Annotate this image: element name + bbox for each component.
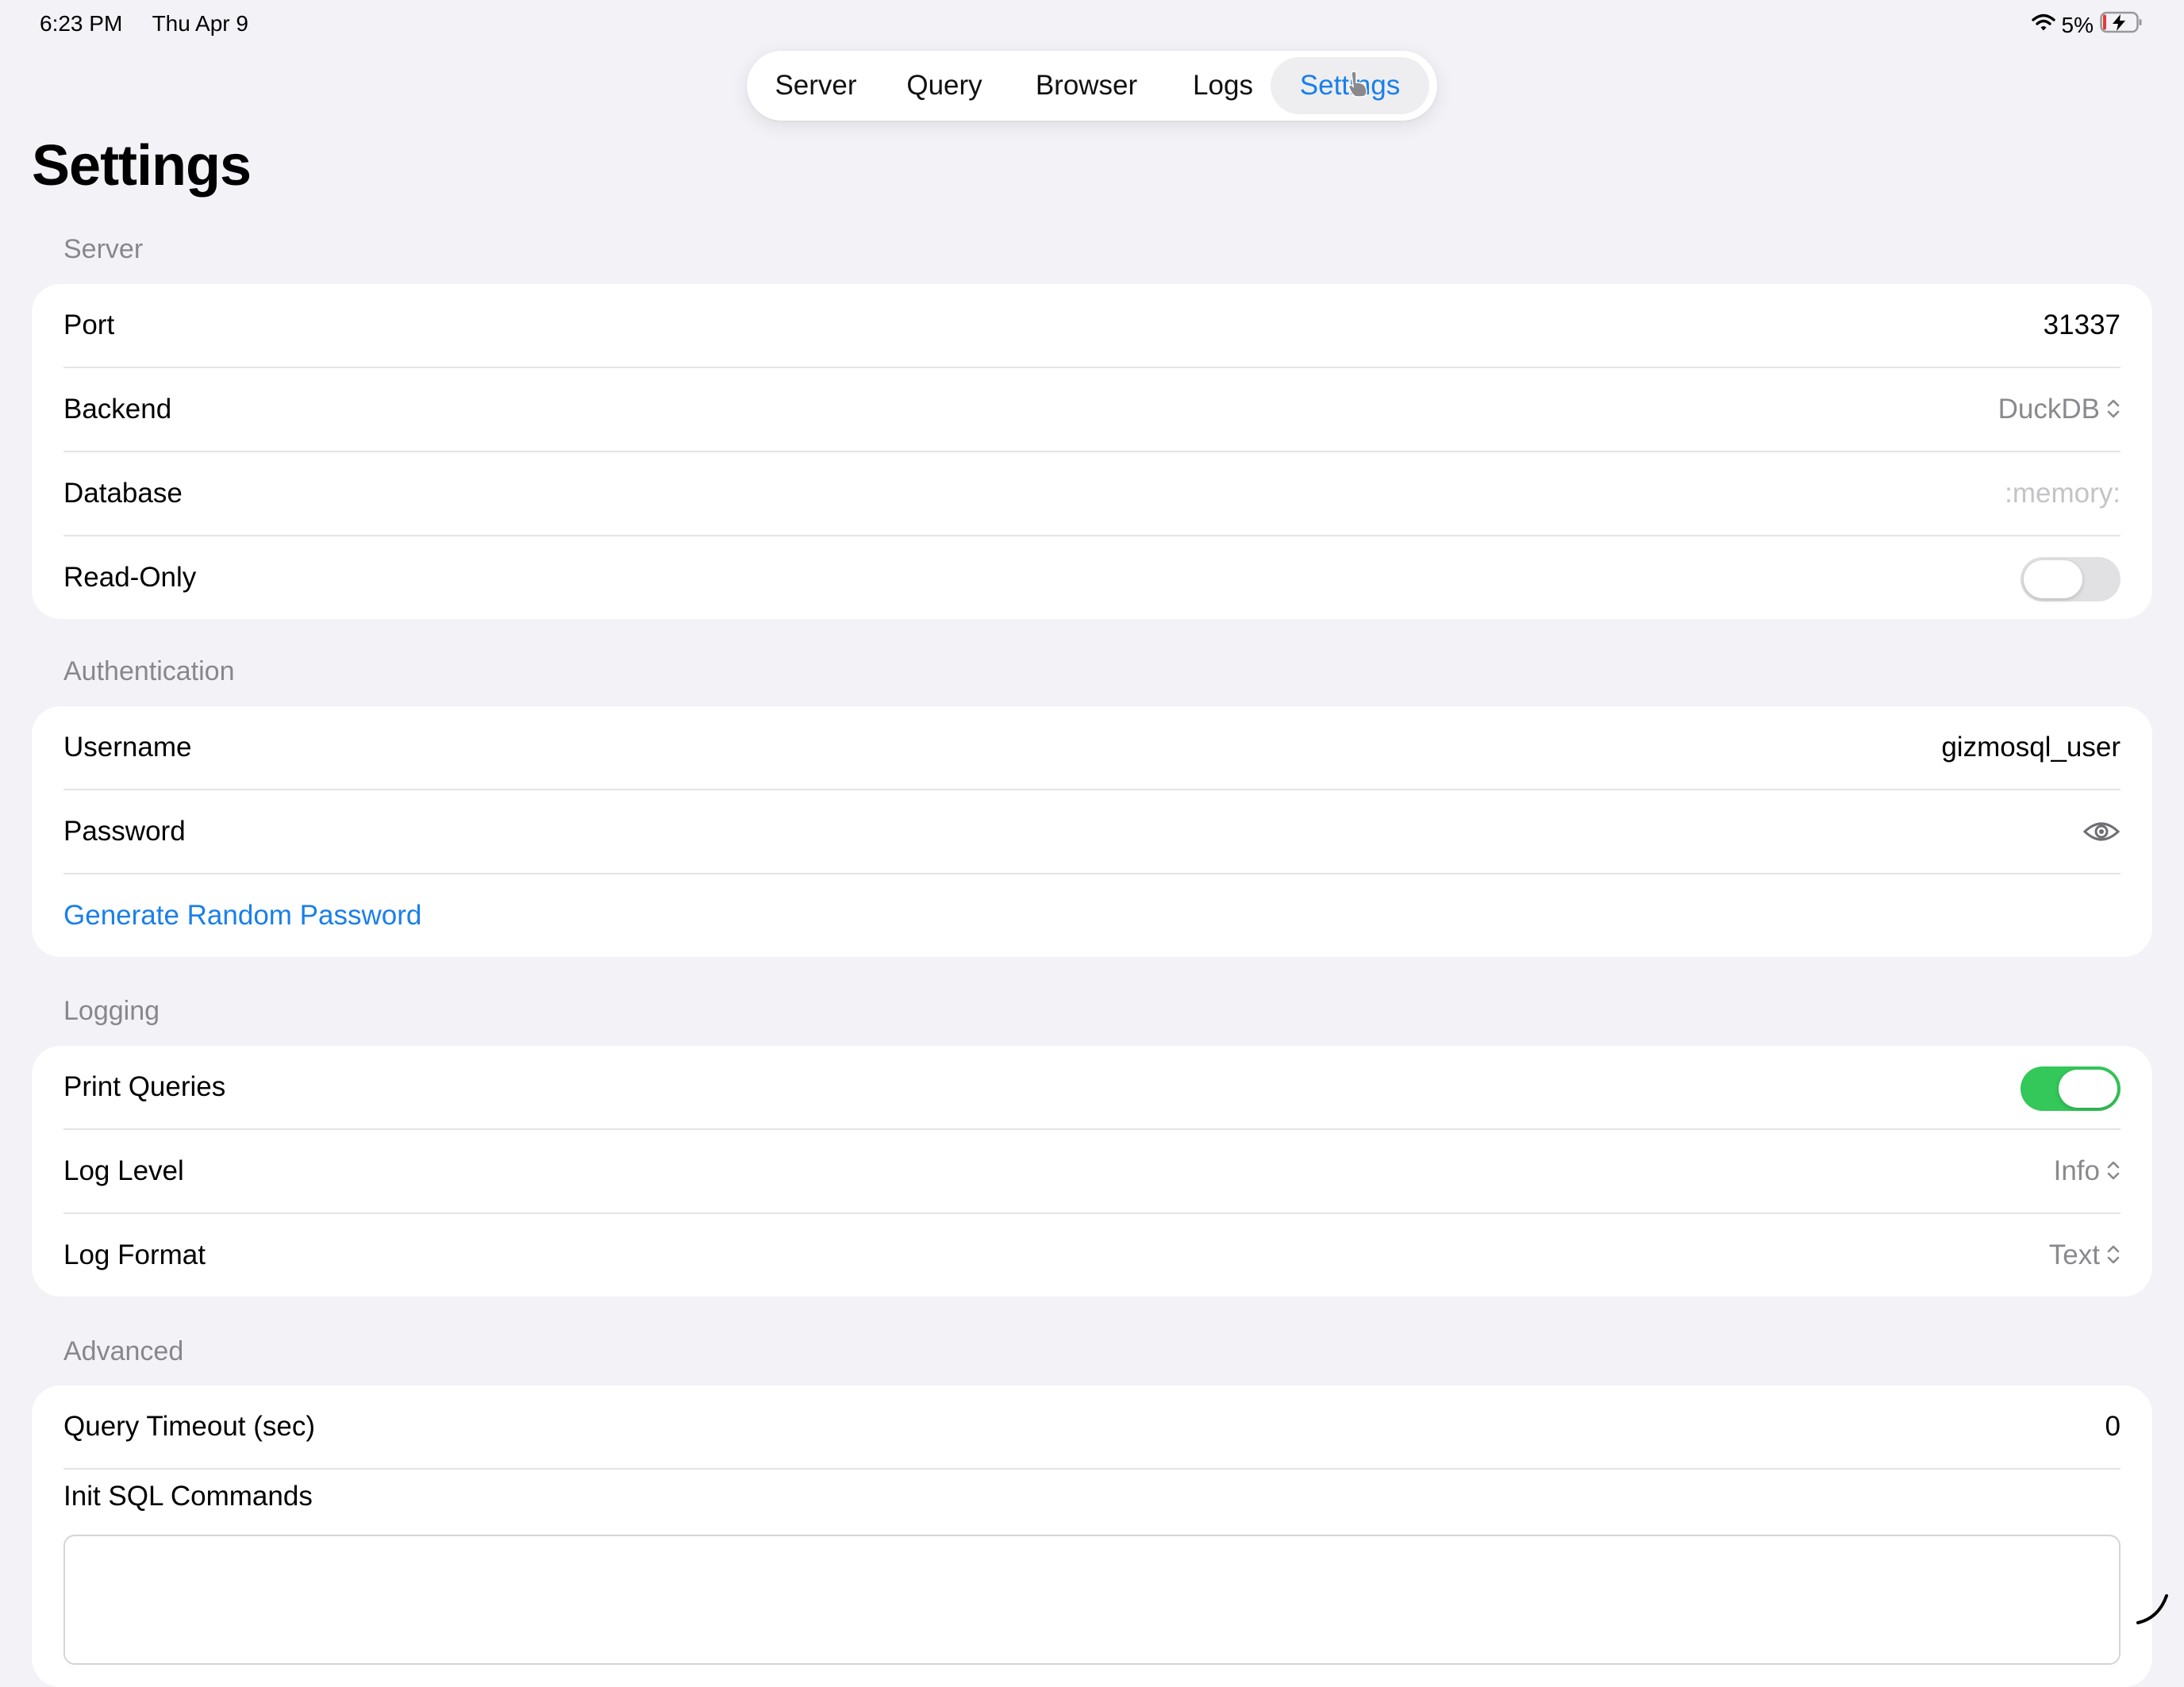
status-date: Thu Apr 9 <box>152 11 248 36</box>
readonly-toggle[interactable] <box>2021 557 2121 601</box>
tab-query[interactable]: Query <box>890 57 999 114</box>
generate-random-password-button[interactable]: Generate Random Password <box>63 874 421 957</box>
query-timeout-row: Query Timeout (sec) 0 <box>63 1385 2121 1468</box>
log-level-picker[interactable]: Info <box>2054 1130 2121 1214</box>
toggle-knob <box>2024 560 2082 598</box>
log-level-label: Log Level <box>63 1155 184 1186</box>
query-timeout-label: Query Timeout (sec) <box>63 1411 316 1442</box>
toggle-knob <box>2059 1070 2117 1108</box>
section-header-authentication: Authentication <box>63 656 235 686</box>
backend-picker[interactable]: DuckDB <box>1998 368 2121 452</box>
database-label: Database <box>63 478 183 509</box>
username-label: Username <box>63 732 192 763</box>
readonly-label: Read-Only <box>63 562 197 593</box>
port-field[interactable]: 31337 <box>2044 284 2121 367</box>
database-field[interactable]: :memory: <box>2005 452 2121 535</box>
advanced-card: Query Timeout (sec) 0 Init SQL Commands <box>32 1385 2152 1687</box>
pointer-cursor-icon <box>1347 70 1371 102</box>
generate-password-row: Generate Random Password <box>63 873 2121 957</box>
backend-value: DuckDB <box>1998 394 2100 425</box>
chevron-updown-icon <box>2106 1132 2121 1214</box>
log-format-row[interactable]: Log Format Text <box>63 1212 2121 1297</box>
username-row: Username gizmosql_user <box>63 706 2121 789</box>
battery-charging-icon <box>2100 11 2144 39</box>
password-label: Password <box>63 816 186 847</box>
tab-logs[interactable]: Logs <box>1175 57 1271 114</box>
password-row: Password <box>63 789 2121 873</box>
log-format-picker[interactable]: Text <box>2049 1214 2121 1297</box>
database-row: Database :memory: <box>63 451 2121 535</box>
log-format-value: Text <box>2048 1239 2100 1270</box>
authentication-card: Username gizmosql_user Password Generate… <box>32 706 2152 957</box>
section-header-advanced: Advanced <box>63 1336 184 1366</box>
battery-percent: 5% <box>2061 12 2094 37</box>
port-label: Port <box>63 309 115 340</box>
log-format-label: Log Format <box>63 1239 206 1270</box>
status-time: 6:23 PM <box>40 11 123 36</box>
print-queries-label: Print Queries <box>63 1071 226 1102</box>
log-level-value: Info <box>2053 1155 2100 1186</box>
log-level-row[interactable]: Log Level Info <box>63 1128 2121 1212</box>
tab-bar: Server Query Browser Logs Settings <box>747 51 1437 121</box>
init-sql-row: Init SQL Commands <box>63 1468 2121 1533</box>
backend-row[interactable]: Backend DuckDB <box>63 367 2121 451</box>
section-header-logging: Logging <box>63 996 160 1026</box>
tab-browser[interactable]: Browser <box>1017 57 1156 114</box>
print-queries-row: Print Queries <box>63 1046 2121 1128</box>
server-card: Port 31337 Backend DuckDB Database :memo… <box>32 284 2152 619</box>
username-field[interactable]: gizmosql_user <box>1941 706 2121 789</box>
section-header-server: Server <box>63 234 144 264</box>
eye-icon[interactable] <box>2082 817 2121 850</box>
readonly-row: Read-Only <box>63 535 2121 619</box>
port-row: Port 31337 <box>63 284 2121 367</box>
page-title: Settings <box>32 134 252 198</box>
init-sql-textarea[interactable] <box>63 1535 2121 1665</box>
print-queries-toggle[interactable] <box>2021 1066 2121 1111</box>
chevron-updown-icon <box>2106 370 2121 452</box>
wifi-icon <box>2031 13 2055 38</box>
tab-server[interactable]: Server <box>756 57 875 114</box>
chevron-updown-icon <box>2106 1216 2121 1297</box>
resize-corner-icon <box>2135 1591 2170 1630</box>
init-sql-label: Init SQL Commands <box>63 1481 313 1512</box>
logging-card: Print Queries Log Level Info Log Format … <box>32 1046 2152 1297</box>
backend-label: Backend <box>63 394 172 425</box>
status-bar: 6:23 PM Thu Apr 9 5% <box>40 11 2144 40</box>
query-timeout-field[interactable]: 0 <box>2105 1385 2121 1468</box>
